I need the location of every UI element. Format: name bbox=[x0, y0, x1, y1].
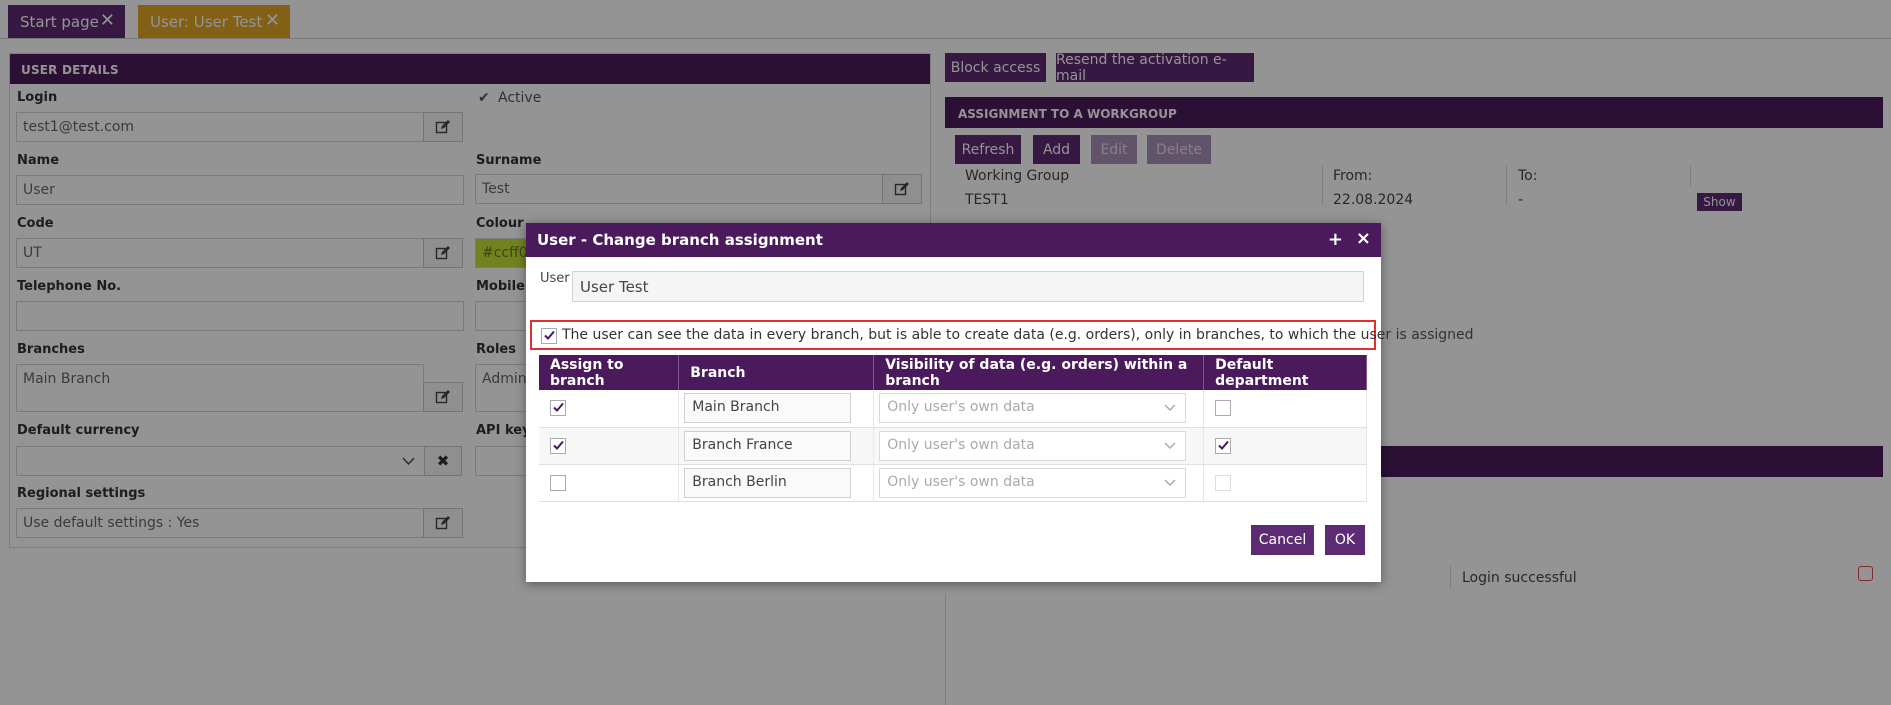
ok-button[interactable]: OK bbox=[1325, 525, 1365, 555]
visibility-select[interactable]: Only user's own data bbox=[879, 467, 1187, 498]
branch-table: Assign to branch Branch Visibility of da… bbox=[539, 355, 1367, 502]
assign-checkbox[interactable] bbox=[550, 474, 566, 491]
branch-field: Branch Berlin bbox=[684, 467, 852, 498]
assign-checkbox[interactable] bbox=[550, 400, 566, 416]
visibility-value: Only user's own data bbox=[887, 399, 1035, 416]
default-department-checkbox[interactable] bbox=[1215, 474, 1232, 491]
notice-text: The user can see the data in every branc… bbox=[562, 327, 1474, 343]
close-icon[interactable]: × bbox=[1356, 228, 1371, 249]
dialog-title: User - Change branch assignment bbox=[526, 223, 1381, 257]
chevron-down-icon bbox=[1164, 441, 1176, 449]
user-label: User bbox=[540, 271, 570, 286]
col-branch: Branch bbox=[678, 355, 875, 390]
check-icon bbox=[1218, 440, 1229, 450]
table-header-row: Assign to branch Branch Visibility of da… bbox=[539, 355, 1367, 390]
col-assign: Assign to branch bbox=[539, 355, 680, 390]
maximize-icon[interactable]: + bbox=[1328, 229, 1343, 250]
col-default-department: Default department bbox=[1203, 355, 1367, 390]
visibility-select[interactable]: Only user's own data bbox=[879, 393, 1187, 424]
col-visibility: Visibility of data (e.g. orders) within … bbox=[873, 355, 1205, 390]
visibility-notice: The user can see the data in every branc… bbox=[530, 320, 1474, 350]
branch-field: Branch France bbox=[684, 430, 852, 461]
user-field: User Test bbox=[572, 271, 1364, 302]
default-department-checkbox[interactable] bbox=[1215, 437, 1232, 454]
chevron-down-icon bbox=[1164, 404, 1176, 412]
assign-checkbox[interactable] bbox=[550, 437, 566, 454]
check-icon bbox=[553, 440, 564, 450]
visibility-value: Only user's own data bbox=[887, 436, 1035, 453]
see-all-branches-checkbox[interactable] bbox=[541, 328, 557, 344]
chevron-down-icon bbox=[1164, 478, 1176, 486]
table-row: Main Branch Only user's own data bbox=[539, 390, 1367, 428]
check-icon bbox=[553, 402, 564, 412]
table-row: Branch Berlin Only user's own data bbox=[539, 464, 1367, 502]
branch-field: Main Branch bbox=[684, 393, 852, 424]
check-icon bbox=[544, 330, 555, 340]
visibility-select[interactable]: Only user's own data bbox=[879, 430, 1187, 461]
cancel-button[interactable]: Cancel bbox=[1251, 525, 1314, 555]
default-department-checkbox[interactable] bbox=[1215, 400, 1232, 416]
change-branch-dialog: User - Change branch assignment + × User… bbox=[526, 223, 1474, 582]
table-row: Branch France Only user's own data bbox=[539, 427, 1367, 465]
visibility-value: Only user's own data bbox=[887, 473, 1035, 490]
